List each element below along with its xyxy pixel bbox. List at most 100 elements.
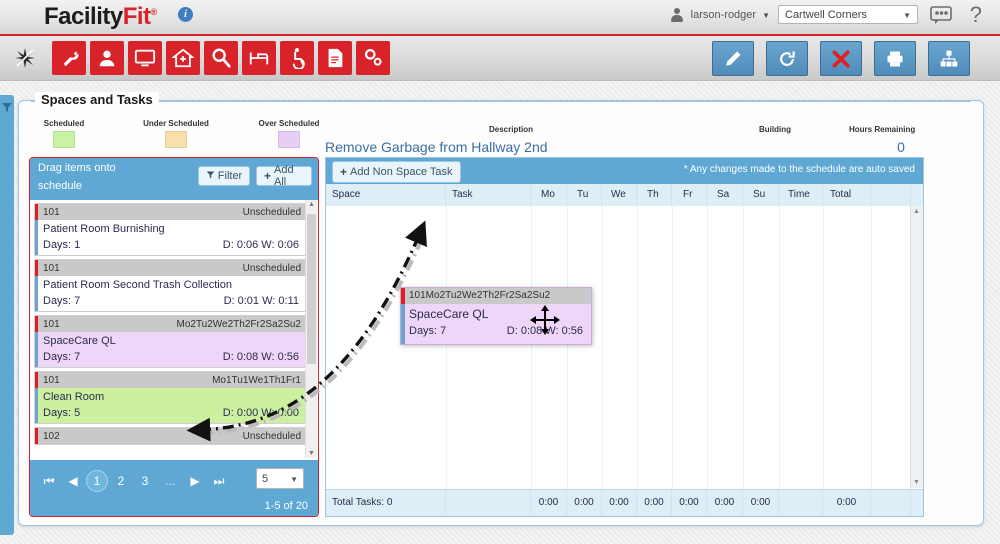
column-header-total[interactable]: Total [823,184,871,206]
logo-fit-text: Fit [123,3,151,30]
page-size-select[interactable]: 5 ▼ [256,468,304,489]
sparkle-icon[interactable] [8,41,42,75]
task-list[interactable]: 101 Unscheduled Patient Room Burnishing … [30,200,318,458]
task-days: Days: 5 [43,407,80,419]
next-page-arrow[interactable]: ▶ [188,474,202,488]
site-select-value: Cartwell Corners [785,9,867,21]
status-bar-red [35,316,38,332]
refresh-icon[interactable] [766,41,808,76]
list-item-header: 101 Unscheduled [35,260,305,276]
footer-total-we: 0:00 [602,490,637,516]
app-header: FacilityFit® i larson-rodger ▼ Cartwell … [0,0,1000,36]
chevron-down-icon: ▼ [762,11,770,20]
last-page-arrow[interactable]: ⏭ [212,474,226,489]
document-icon[interactable] [318,41,352,75]
drag-ghost-card[interactable]: 101Mo2Tu2We2Th2Fr2Sa2Su2 SpaceCare QL Da… [400,287,592,345]
task-list-header: Drag items onto schedule Filter + Add Al… [30,158,318,200]
total-tasks-label: Total Tasks: 0 [326,490,446,516]
column-header-th[interactable]: Th [637,184,672,206]
list-item[interactable]: 101 Mo2Tu2We2Th2Fr2Sa2Su2 SpaceCare QL D… [34,315,306,368]
wheelchair-icon[interactable] [280,41,314,75]
site-select[interactable]: Cartwell Corners ▼ [778,5,918,24]
legend-swatch [53,131,75,148]
building-column-label: Building [759,125,791,134]
page-2-button[interactable]: 2 [114,474,128,488]
footer-blank [871,490,911,516]
task-name: SpaceCare QL [43,335,299,347]
status-bar-blue [35,332,38,367]
bed-icon[interactable] [242,41,276,75]
scroll-up-arrow[interactable]: ▲ [913,208,920,215]
column-header-su[interactable]: Su [743,184,779,206]
monitor-icon[interactable] [128,41,162,75]
filter-button[interactable]: Filter [198,166,250,186]
task-days: Days: 7 [43,351,80,363]
task-list-scrollbar[interactable]: ▲ ▼ [305,200,317,458]
list-item-body: Clean Room Days: 5 D: 0:00 W: 0:00 [35,388,305,423]
column-header-sa[interactable]: Sa [707,184,743,206]
scroll-up-arrow[interactable]: ▲ [308,201,315,208]
column-header-mo[interactable]: Mo [531,184,567,206]
list-item[interactable]: 101 Mo1Tu1We1Th1Fr1 Clean Room Days: 5 D… [34,371,306,424]
first-page-arrow[interactable]: ⏮ [42,474,56,489]
grid-body[interactable] [326,206,923,488]
grid-scrollbar[interactable]: ▲ ▼ [910,206,923,488]
previous-page-arrow[interactable]: ◀ [66,474,80,488]
add-all-button[interactable]: + Add All [256,166,312,186]
wrench-icon[interactable] [52,41,86,75]
description-value: Remove Garbage from Hallway 2nd [325,139,548,155]
column-header-tu[interactable]: Tu [567,184,602,206]
gears-icon[interactable] [356,41,390,75]
column-header-we[interactable]: We [602,184,637,206]
space-number: 102 [43,431,60,442]
org-chart-icon[interactable] [928,41,970,76]
column-header-time[interactable]: Time [779,184,823,206]
info-icon[interactable]: i [178,7,193,22]
list-item[interactable]: 102 Unscheduled [34,427,306,445]
task-durations: D: 0:08 W: 0:56 [223,351,299,363]
filter-button-label: Filter [218,170,242,182]
page-title: Spaces and Tasks [35,92,159,107]
column-header-task[interactable]: Task [446,184,531,206]
logo-trademark: ® [151,7,157,17]
delete-x-icon[interactable] [820,41,862,76]
page-3-button[interactable]: 3 [138,474,152,488]
app-logo: FacilityFit® [44,3,157,31]
status-bar-red [35,372,38,388]
list-item-header: 101 Unscheduled [35,204,305,220]
chevron-down-icon: ▼ [903,6,911,25]
task-name: Patient Room Second Trash Collection [43,279,299,291]
drag-ghost-header: 101Mo2Tu2We2Th2Fr2Sa2Su2 [401,288,591,304]
search-icon[interactable] [204,41,238,75]
chevron-down-icon: ▼ [290,469,298,490]
scroll-down-arrow[interactable]: ▼ [308,450,315,457]
list-item[interactable]: 101 Unscheduled Patient Room Burnishing … [34,203,306,256]
column-header-fr[interactable]: Fr [672,184,707,206]
left-rail[interactable] [0,95,14,535]
task-durations: D: 0:06 W: 0:06 [223,239,299,251]
add-non-space-task-button[interactable]: + Add Non Space Task [332,161,461,183]
task-days: Days: 1 [43,239,80,251]
help-icon[interactable]: ? [970,2,982,28]
page-1-button[interactable]: 1 [86,470,108,492]
edit-pencil-icon[interactable] [712,41,754,76]
grid-toolbar: + Add Non Space Task * Any changes made … [326,158,923,184]
user-menu[interactable]: larson-rodger ▼ [669,7,770,23]
user-name-label: larson-rodger [691,9,756,21]
home-plus-icon[interactable] [166,41,200,75]
footer-total-time [779,490,823,516]
chat-icon[interactable] [930,6,952,24]
column-header-space[interactable]: Space [326,184,446,206]
filter-icon[interactable] [1,100,13,112]
status-bar-red [401,288,405,304]
person-icon[interactable] [90,41,124,75]
scroll-down-arrow[interactable]: ▼ [913,479,920,486]
print-icon[interactable] [874,41,916,76]
list-item-header: 101 Mo2Tu2We2Th2Fr2Sa2Su2 [35,316,305,332]
filter-icon [206,170,215,182]
list-item-body: Patient Room Burnishing Days: 1 D: 0:06 … [35,220,305,255]
scrollbar-thumb[interactable] [307,214,316,364]
plus-icon: + [340,165,347,179]
list-item[interactable]: 101 Unscheduled Patient Room Second Tras… [34,259,306,312]
task-name: Patient Room Burnishing [43,223,299,235]
